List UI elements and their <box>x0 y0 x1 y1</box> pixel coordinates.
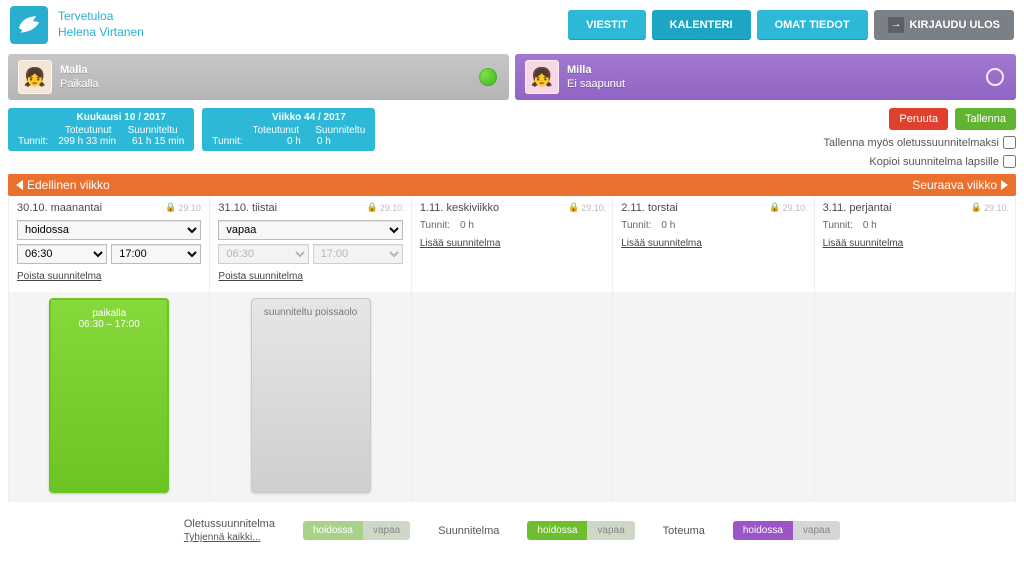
legend-actual-label: Toteuma <box>663 525 705 537</box>
real-label: Toteutunut <box>253 125 300 136</box>
lock-date: 29.10. <box>783 203 808 213</box>
pill-off: vapaa <box>587 521 634 540</box>
week-stats: Tunnit: Viikko 44 / 2017 Toteutunut Suun… <box>202 108 375 151</box>
nav-calendar[interactable]: KALENTERI <box>652 10 751 40</box>
avatar: 👧 <box>525 60 559 94</box>
remove-plan-link[interactable]: Poista suunnitelma <box>17 271 102 282</box>
lock-icon: 🔒 <box>971 202 982 213</box>
hours-label: Tunnit: <box>823 220 853 231</box>
status-indicator-absent <box>986 68 1004 86</box>
child-name: Malla <box>60 63 99 77</box>
pill-in: hoidossa <box>733 521 793 540</box>
hours-label: Tunnit: <box>420 220 450 231</box>
hours-label: Tunnit: <box>18 136 48 147</box>
copy-children-checkbox[interactable] <box>1003 155 1016 168</box>
child-name: Milla <box>567 63 625 77</box>
copy-children-label: Kopioi suunnitelma lapsille <box>869 156 999 168</box>
hours-value: 0 h <box>460 220 474 231</box>
child-card-malla[interactable]: 👧 Malla Paikalla <box>8 54 509 100</box>
pill-off: vapaa <box>793 521 840 540</box>
real-val: 299 h 33 min <box>58 136 116 147</box>
logout-icon <box>888 17 904 33</box>
day-column-tue: 🔒29.10. 31.10. tiistai vapaa 06:30 17:00… <box>210 196 411 292</box>
lock-date: 29.10. <box>178 203 203 213</box>
hours-value: 0 h <box>863 220 877 231</box>
plan-type-select[interactable]: vapaa <box>218 220 402 240</box>
plan-label: Suunniteltu <box>315 125 365 136</box>
welcome-label: Tervetuloa <box>58 9 144 25</box>
nav-mydata[interactable]: OMAT TIEDOT <box>757 10 868 40</box>
clear-all-link[interactable]: Tyhjennä kaikki... <box>184 532 261 543</box>
block-label: suunniteltu poissaolo <box>256 307 366 318</box>
legend-default-pills: hoidossa vapaa <box>303 521 410 540</box>
save-default-checkbox[interactable] <box>1003 136 1016 149</box>
end-time-select[interactable]: 17:00 <box>111 244 201 264</box>
child-card-milla[interactable]: 👧 Milla Ei saapunut <box>515 54 1016 100</box>
hours-label: Tunnit: <box>212 136 242 147</box>
real-val: 0 h <box>287 136 301 147</box>
legend-default-label: Oletussuunnitelma <box>184 518 275 530</box>
remove-plan-link[interactable]: Poista suunnitelma <box>218 271 303 282</box>
plan-label: Suunniteltu <box>128 125 178 136</box>
prev-week-label: Edellinen viikko <box>27 178 110 192</box>
month-stats: Tunnit: Kuukausi 10 / 2017 Toteutunut Su… <box>8 108 194 151</box>
logout-button[interactable]: KIRJAUDU ULOS <box>874 10 1014 40</box>
schedule-block-present[interactable]: paikalla 06:30 – 17:00 <box>49 298 169 493</box>
start-time-select: 06:30 <box>218 244 308 264</box>
child-status: Ei saapunut <box>567 77 625 91</box>
chevron-left-icon <box>16 180 23 190</box>
next-week-button[interactable]: Seuraava viikko <box>912 178 1008 192</box>
lock-icon: 🔒 <box>367 202 378 213</box>
logout-label: KIRJAUDU ULOS <box>910 19 1000 31</box>
month-title: Kuukausi 10 / 2017 <box>58 112 184 123</box>
day-column-wed: 🔒29.10. 1.11. keskiviikko Tunnit:0 h Lis… <box>412 196 613 292</box>
legend-plan-label: Suunnitelma <box>438 525 499 537</box>
cancel-button[interactable]: Peruuta <box>889 108 948 130</box>
lock-icon: 🔒 <box>769 202 780 213</box>
legend-actual-pills: hoidossa vapaa <box>733 521 840 540</box>
next-week-label: Seuraava viikko <box>912 178 997 192</box>
pill-in: hoidossa <box>303 521 363 540</box>
add-plan-link[interactable]: Lisää suunnitelma <box>420 238 501 249</box>
hours-label: Tunnit: <box>621 220 651 231</box>
user-name: Helena Virtanen <box>58 25 144 41</box>
lock-icon: 🔒 <box>568 202 579 213</box>
schedule-block-absence[interactable]: suunniteltu poissaolo <box>251 298 371 493</box>
week-title: Viikko 44 / 2017 <box>253 112 366 123</box>
add-plan-link[interactable]: Lisää suunnitelma <box>621 238 702 249</box>
start-time-select[interactable]: 06:30 <box>17 244 107 264</box>
chevron-right-icon <box>1001 180 1008 190</box>
lock-date: 29.10. <box>581 203 606 213</box>
real-label: Toteutunut <box>65 125 112 136</box>
child-status: Paikalla <box>60 77 99 91</box>
plan-val: 61 h 15 min <box>132 136 184 147</box>
lock-date: 29.10. <box>984 203 1009 213</box>
pill-off: vapaa <box>363 521 410 540</box>
add-plan-link[interactable]: Lisää suunnitelma <box>823 238 904 249</box>
lock-icon: 🔒 <box>165 202 176 213</box>
nav-messages[interactable]: VIESTIT <box>568 10 646 40</box>
app-logo <box>10 6 48 44</box>
save-button[interactable]: Tallenna <box>955 108 1016 130</box>
day-column-thu: 🔒29.10. 2.11. torstai Tunnit:0 h Lisää s… <box>613 196 814 292</box>
save-default-label: Tallenna myös oletussuunnitelmaksi <box>824 137 999 149</box>
plan-val: 0 h <box>317 136 331 147</box>
legend-plan-pills: hoidossa vapaa <box>527 521 634 540</box>
plan-type-select[interactable]: hoidossa <box>17 220 201 240</box>
block-label: paikalla <box>55 308 163 319</box>
end-time-select: 17:00 <box>313 244 403 264</box>
status-indicator-present <box>479 68 497 86</box>
avatar: 👧 <box>18 60 52 94</box>
block-time: 06:30 – 17:00 <box>55 319 163 330</box>
day-column-fri: 🔒29.10. 3.11. perjantai Tunnit:0 h Lisää… <box>815 196 1016 292</box>
hours-value: 0 h <box>661 220 675 231</box>
lock-date: 29.10. <box>380 203 405 213</box>
prev-week-button[interactable]: Edellinen viikko <box>16 178 110 192</box>
day-column-mon: 🔒29.10. 30.10. maanantai hoidossa 06:30 … <box>9 196 210 292</box>
pill-in: hoidossa <box>527 521 587 540</box>
